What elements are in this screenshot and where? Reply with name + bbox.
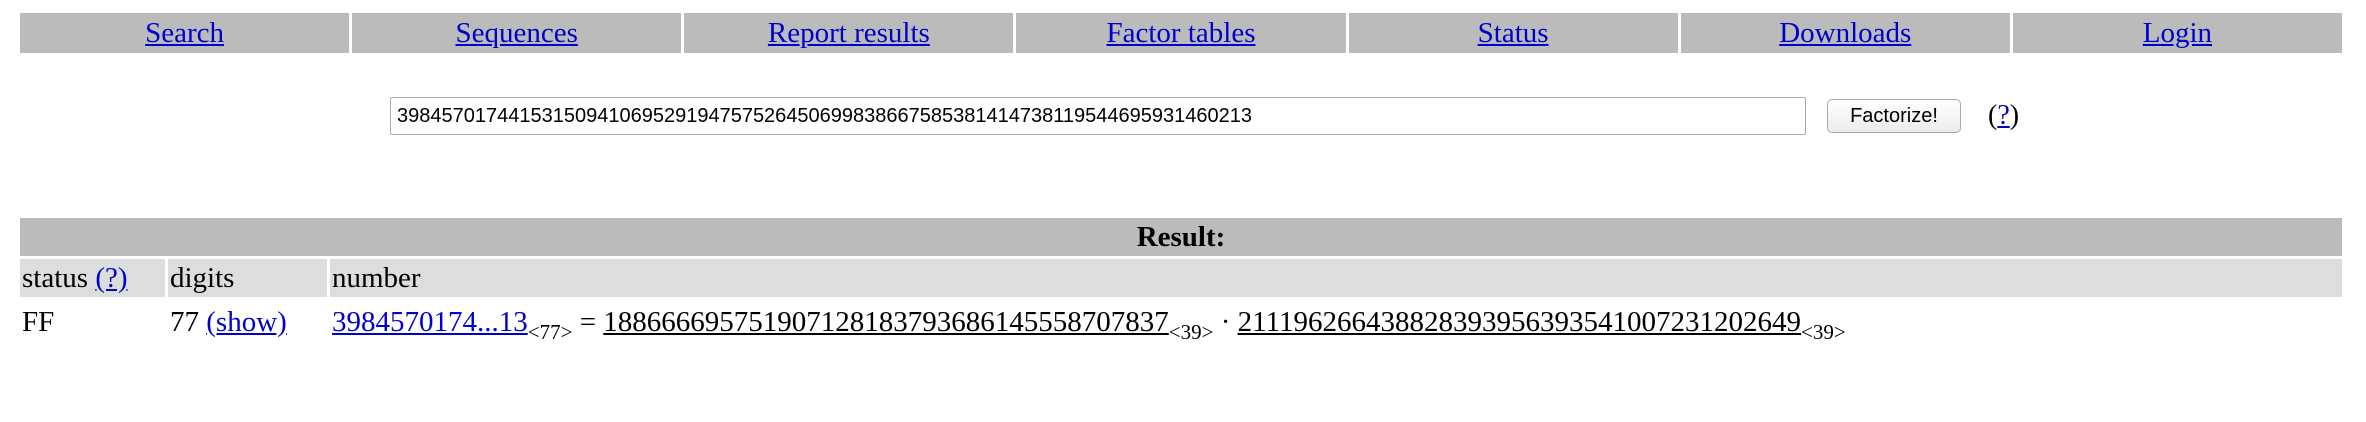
digits-cell: 77 (show) [168, 306, 327, 339]
status-cell: FF [22, 305, 55, 338]
status-help-link[interactable]: (?) [95, 262, 127, 294]
nav-link-factor-tables[interactable]: Factor tables [1107, 17, 1256, 50]
status-header-label: status [22, 262, 89, 294]
help-link[interactable]: ? [1997, 100, 2009, 131]
search-help: (?) [1988, 97, 2019, 135]
number-column-header: number [330, 259, 2342, 297]
show-digits-link[interactable]: (show) [206, 306, 287, 338]
multiply-sign: · [1220, 305, 1231, 338]
digits-column-header: digits [168, 259, 327, 297]
help-close-paren: ) [2009, 100, 2020, 131]
nav-link-downloads[interactable]: Downloads [1779, 17, 1911, 50]
nav-item-downloads: Downloads [1680, 13, 2010, 53]
number-input[interactable] [390, 97, 1806, 135]
result-table: Result: status (?) digits number FF 77 (… [20, 218, 2342, 347]
search-form: Factorize! (?) [0, 97, 2366, 137]
nav-item-login: Login [2012, 13, 2342, 53]
nav-item-factor-tables: Factor tables [1016, 13, 1346, 53]
number-digit-count: <77> [527, 319, 573, 344]
status-column-header: status (?) [20, 259, 165, 297]
nav-item-sequences: Sequences [352, 13, 682, 53]
digits-value: 77 [170, 305, 199, 338]
nav-item-search: Search [20, 13, 350, 53]
number-cell: 3984570174...13<77> = 188666695751907128… [330, 305, 2342, 344]
column-header-row: status (?) digits number [20, 259, 2342, 297]
factor-1-digit-count: <39> [1168, 319, 1214, 344]
factorize-button[interactable]: Factorize! [1827, 99, 1961, 133]
equals-sign: = [579, 305, 597, 338]
factor-2: 211196266438828393956393541007231202649 [1237, 305, 1802, 338]
nav-link-login[interactable]: Login [2143, 17, 2212, 50]
result-header: Result: [20, 218, 2342, 256]
nav-link-search[interactable]: Search [145, 17, 224, 50]
factor-1: 188666695751907128183793686145558707837 [603, 305, 1169, 338]
help-open-paren: ( [1988, 100, 1998, 131]
nav-link-report-results[interactable]: Report results [768, 17, 930, 50]
nav-link-status[interactable]: Status [1478, 17, 1549, 50]
table-row: FF 77 (show) 3984570174...13<77> = 18866… [20, 297, 2342, 347]
factor-2-digit-count: <39> [1801, 319, 1846, 344]
nav-item-status: Status [1348, 13, 1678, 53]
number-link[interactable]: 3984570174...13 [332, 306, 528, 338]
nav-item-report-results: Report results [684, 13, 1014, 53]
top-navigation: Search Sequences Report results Factor t… [20, 13, 2342, 53]
nav-link-sequences[interactable]: Sequences [456, 17, 578, 50]
